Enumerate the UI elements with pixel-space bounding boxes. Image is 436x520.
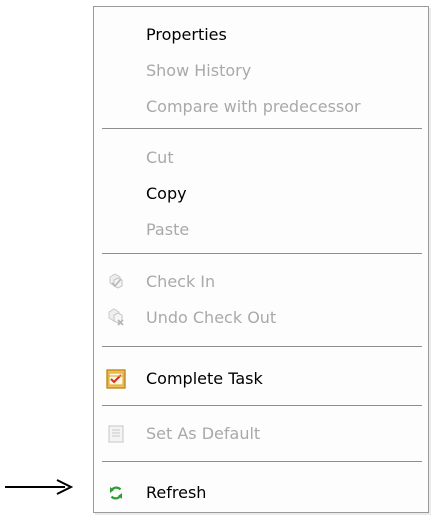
right-arrow-icon [5,479,73,495]
menu-item-label: Paste [146,220,190,239]
context-menu: Properties Show History Compare with pre… [93,6,429,513]
menu-item-label: Check In [146,272,216,291]
menu-item-refresh[interactable]: Refresh [94,475,428,511]
menu-separator [102,128,422,129]
menu-separator [102,405,422,406]
complete-task-icon [106,369,126,389]
menu-item-compare-with-predecessor[interactable]: Compare with predecessor [94,89,428,125]
set-as-default-icon [108,425,124,443]
menu-item-undo-check-out[interactable]: Undo Check Out [94,300,428,336]
menu-item-copy[interactable]: Copy [94,176,428,212]
menu-item-set-as-default[interactable]: Set As Default [94,416,428,452]
menu-item-label: Refresh [146,483,207,502]
menu-item-cut[interactable]: Cut [94,140,428,176]
menu-item-label: Show History [146,61,252,80]
check-in-icon [109,273,123,289]
menu-item-label: Complete Task [146,369,263,388]
menu-separator [102,346,422,347]
menu-separator [102,253,422,254]
menu-item-label: Set As Default [146,424,261,443]
menu-item-show-history[interactable]: Show History [94,53,428,89]
menu-item-label: Compare with predecessor [146,97,361,116]
undo-check-out-icon [108,308,124,326]
refresh-icon [110,486,122,500]
menu-item-check-in[interactable]: Check In [94,264,428,300]
menu-item-paste[interactable]: Paste [94,212,428,248]
menu-item-label: Undo Check Out [146,308,277,327]
menu-item-label: Properties [146,25,227,44]
menu-item-complete-task[interactable]: Complete Task [94,361,428,397]
screenshot-canvas: Properties Show History Compare with pre… [0,0,436,520]
menu-item-properties[interactable]: Properties [94,17,428,53]
menu-separator [102,461,422,462]
menu-item-label: Copy [146,184,187,203]
menu-item-label: Cut [146,148,174,167]
